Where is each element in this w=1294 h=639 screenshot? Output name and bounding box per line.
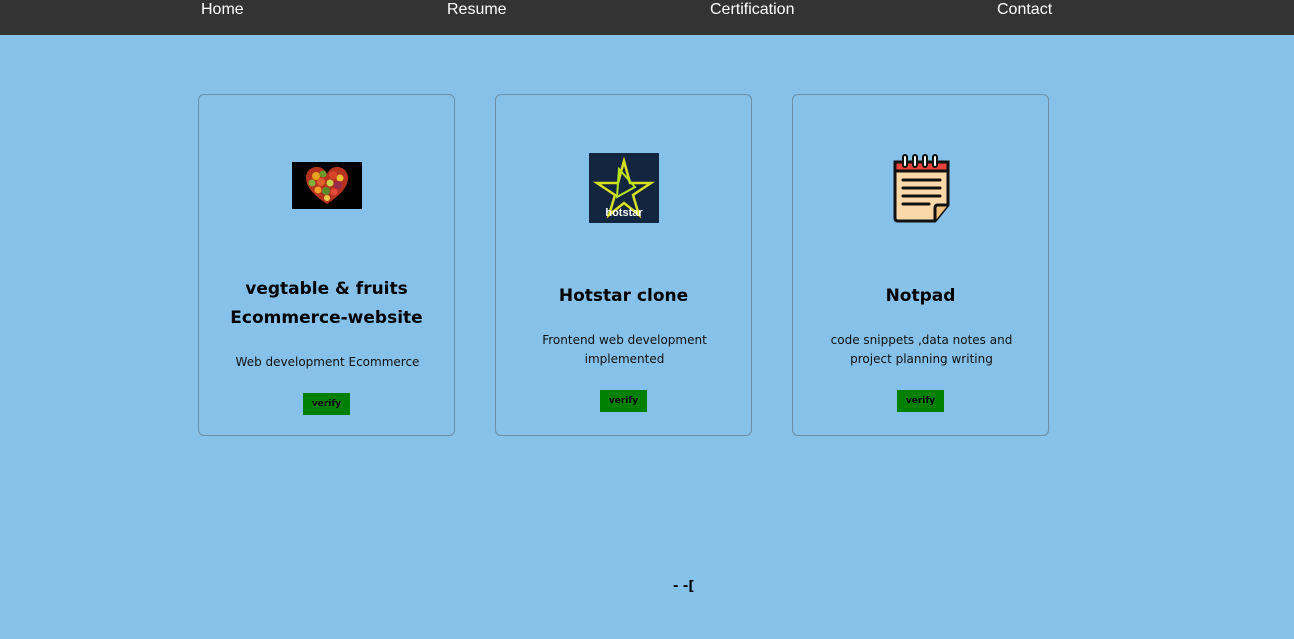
project-card-ecommerce: vegtable & fruits Ecommerce-website Web … (198, 94, 455, 436)
nav-link-home[interactable]: Home (201, 0, 244, 20)
nav-link-resume[interactable]: Resume (447, 0, 507, 20)
verify-button[interactable]: verify (600, 390, 647, 412)
card-description: Frontend web development implemented (542, 333, 707, 366)
hotstar-logo: hotstar (589, 153, 659, 223)
footer-text: - -[ (673, 579, 695, 594)
verify-button[interactable]: verify (897, 390, 944, 412)
nav-link-contact[interactable]: Contact (997, 0, 1052, 20)
card-title: vegtable & fruits Ecommerce-website (230, 279, 423, 328)
card-description: code snippets ,data notes and project pl… (830, 333, 1013, 366)
project-card-notepad: Notpad code snippets ,data notes and pro… (792, 94, 1049, 436)
top-navigation-bar: Home Resume Certification Contact (0, 0, 1294, 35)
verify-button[interactable]: verify (303, 393, 350, 415)
card-title: Hotstar clone (558, 286, 689, 306)
heart-fruits-image (292, 162, 362, 209)
card-title: Notpad (885, 286, 956, 306)
project-card-hotstar: hotstar Hotstar clone Frontend web devel… (495, 94, 752, 436)
notepad-icon (886, 153, 956, 223)
card-description: Web development Ecommerce (235, 355, 420, 369)
svg-text:hotstar: hotstar (605, 207, 643, 219)
nav-link-certification[interactable]: Certification (710, 0, 794, 20)
